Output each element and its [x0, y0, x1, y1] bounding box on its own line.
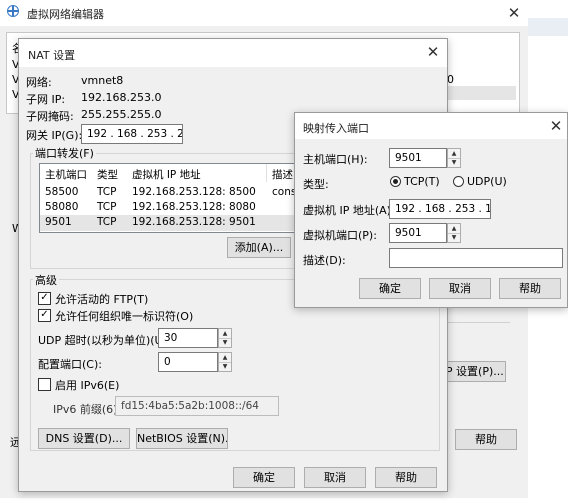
subnet-mask-value: 255.255.255.0: [81, 108, 162, 121]
network-label: 网络:: [26, 76, 52, 89]
netbios-settings-button[interactable]: NetBIOS 设置(N)...: [136, 428, 228, 449]
row-vm-ip: 192.168.253.128: 8080: [132, 201, 256, 213]
host-port-spinner[interactable]: ▲ ▼: [447, 148, 461, 168]
udp-timeout-input[interactable]: 30: [158, 328, 218, 348]
row-host-port: 58080: [45, 201, 79, 213]
vm-ip-input[interactable]: 192 . 168 . 253 . 128: [389, 199, 491, 219]
port-title-bar[interactable]: 映射传入端口 ✕: [295, 113, 567, 139]
udp-radio[interactable]: [453, 176, 464, 187]
dns-settings-button[interactable]: DNS 设置(D)...: [38, 428, 130, 449]
advanced-label: 高级: [33, 272, 59, 288]
enable-ipv6-label[interactable]: 启用 IPv6(E): [55, 377, 119, 393]
port-forwarding-table[interactable]: 主机端口 类型 虚拟机 IP 地址 描述 58500 TCP 192.168.2…: [39, 163, 299, 233]
allow-uid-label[interactable]: 允许任何组织唯一标识符(O): [55, 308, 193, 324]
vm-ip-label: 虚拟机 IP 地址(A):: [303, 204, 395, 217]
nat-dialog-title: NAT 设置: [28, 49, 76, 62]
main-help-button[interactable]: 帮助: [455, 429, 517, 450]
header-vm-ip[interactable]: 虚拟机 IP 地址: [132, 167, 201, 182]
host-port-input[interactable]: 9501: [389, 148, 447, 168]
header-description[interactable]: 描述: [272, 167, 293, 182]
add-port-button[interactable]: 添加(A)...: [227, 237, 291, 258]
gateway-label: 网关 IP(G):: [26, 129, 83, 142]
nat-close-icon[interactable]: ✕: [421, 42, 445, 62]
port-forwarding-label: 端口转发(F): [33, 145, 96, 161]
row-host-port: 9501: [45, 216, 72, 228]
tcp-radio[interactable]: [390, 176, 401, 187]
tcp-radio-label[interactable]: TCP(T): [404, 175, 440, 188]
bg-separator: [440, 322, 510, 323]
bg-value-1: 0: [447, 73, 454, 86]
config-port-spinner[interactable]: ▲ ▼: [218, 352, 232, 372]
nat-title-bar[interactable]: NAT 设置 ✕: [19, 39, 447, 67]
config-port-input[interactable]: 0: [158, 352, 218, 372]
port-help-button[interactable]: 帮助: [499, 278, 561, 299]
nat-cancel-button[interactable]: 取消: [304, 467, 366, 488]
nat-help-button[interactable]: 帮助: [375, 467, 437, 488]
network-value: vmnet8: [81, 74, 124, 87]
allow-ftp-checkbox[interactable]: ✓: [38, 292, 51, 305]
bg-highlight-row: [440, 86, 516, 100]
config-port-label: 配置端口(C):: [38, 358, 102, 371]
table-row[interactable]: 58500 TCP 192.168.253.128: 8500 consu: [40, 185, 298, 201]
vm-port-spinner[interactable]: ▲ ▼: [447, 223, 461, 243]
description-input[interactable]: [389, 248, 563, 268]
row-host-port: 58500: [45, 186, 79, 198]
gateway-ip-input[interactable]: 192 . 168 . 253 . 2: [81, 124, 183, 144]
description-label: 描述(D):: [303, 254, 346, 267]
row-vm-ip: 192.168.253.128: 8500: [132, 186, 256, 198]
allow-uid-checkbox[interactable]: ✓: [38, 309, 51, 322]
row-type: TCP: [97, 201, 117, 213]
ipv6-prefix-label: IPv6 前缀(6):: [53, 403, 122, 416]
allow-ftp-label[interactable]: 允许活动的 FTP(T): [55, 291, 148, 307]
header-host-port[interactable]: 主机端口: [45, 167, 87, 182]
type-label: 类型:: [303, 178, 329, 191]
row-type: TCP: [97, 186, 117, 198]
table-row[interactable]: 9501 TCP 192.168.253.128: 9501: [40, 215, 298, 231]
subnet-ip-value: 192.168.253.0: [81, 91, 162, 104]
main-window-title: 虚拟网络编辑器: [27, 8, 104, 21]
ipv6-prefix-input: fd15:4ba5:5a2b:1008::/64: [115, 396, 279, 416]
main-title-bar[interactable]: 虚拟网络编辑器 ✕: [0, 0, 528, 26]
udp-timeout-label: UDP 超时(以秒为单位)(U):: [38, 334, 171, 347]
table-row[interactable]: 58080 TCP 192.168.253.128: 8080: [40, 200, 298, 216]
port-dialog-title: 映射传入端口: [303, 122, 369, 135]
enable-ipv6-checkbox[interactable]: [38, 378, 51, 391]
map-incoming-port-dialog: 映射传入端口 ✕ 主机端口(H): 9501 ▲ ▼ 类型: TCP(T) UDP…: [294, 112, 568, 308]
vm-port-input[interactable]: 9501: [389, 223, 447, 243]
port-cancel-button[interactable]: 取消: [429, 278, 491, 299]
desktop-strip-band: [528, 18, 568, 36]
port-close-icon[interactable]: ✕: [544, 116, 568, 136]
table-header: 主机端口 类型 虚拟机 IP 地址 描述: [40, 166, 298, 182]
row-vm-ip: 192.168.253.128: 9501: [132, 216, 256, 228]
network-globe-icon: [7, 5, 19, 17]
subnet-ip-label: 子网 IP:: [26, 93, 66, 106]
main-close-icon[interactable]: ✕: [502, 3, 526, 23]
vm-port-label: 虚拟机端口(P):: [303, 229, 377, 242]
nat-ok-button[interactable]: 确定: [233, 467, 295, 488]
row-type: TCP: [97, 216, 117, 228]
header-type[interactable]: 类型: [97, 167, 118, 182]
port-ok-button[interactable]: 确定: [359, 278, 421, 299]
udp-radio-label[interactable]: UDP(U): [467, 175, 507, 188]
subnet-mask-label: 子网掩码:: [26, 110, 74, 123]
udp-timeout-spinner[interactable]: ▲ ▼: [218, 328, 232, 348]
host-port-label: 主机端口(H):: [303, 153, 368, 166]
